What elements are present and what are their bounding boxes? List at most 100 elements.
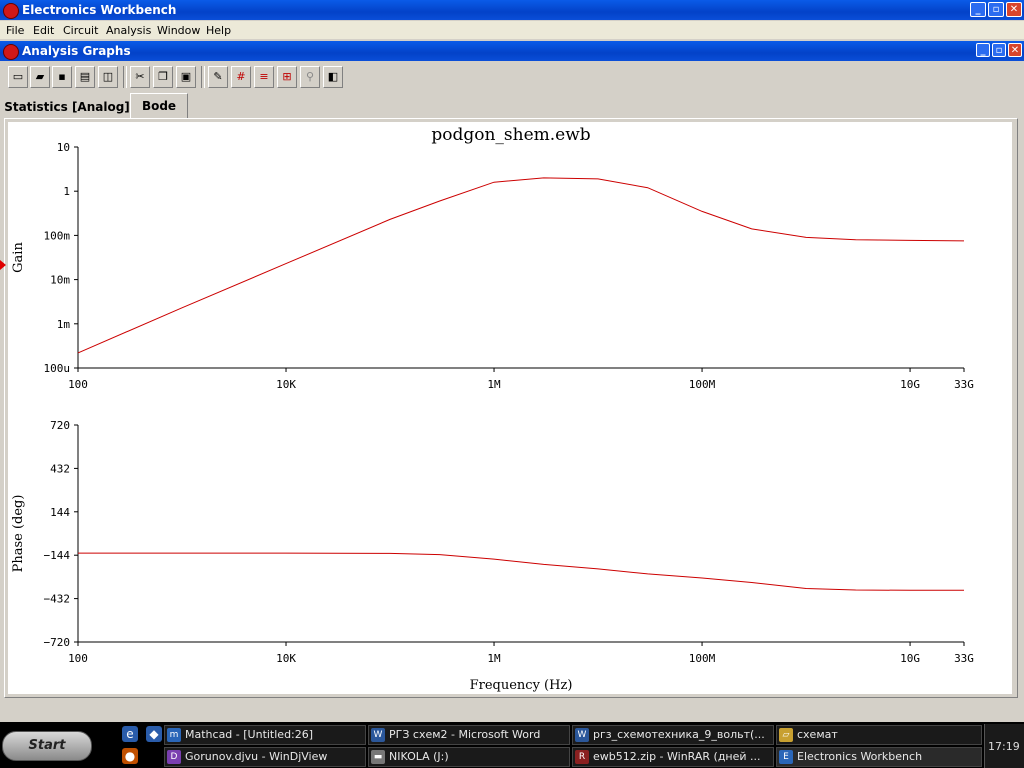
folder-icon: ▱ [779, 728, 793, 742]
y-tick-label: 1m [57, 318, 71, 331]
x-tick-label: 100 [68, 652, 88, 665]
app-title: Electronics Workbench [22, 3, 177, 17]
tab-bode[interactable]: Bode [130, 93, 188, 119]
ie-icon[interactable]: e [122, 726, 138, 742]
task-electronics-workbench[interactable]: E Electronics Workbench [776, 747, 982, 767]
cursors-button[interactable]: ⊞ [277, 66, 297, 88]
taskbar: Start e ◆ ● m Mathcad - [Untitled:26] W … [0, 722, 1024, 768]
graph-area: 10 1 100m 10m 1m 100u 100 10K 1M 100M 10G 33G podgon… [8, 122, 1012, 694]
x-tick-label: 33G [954, 652, 974, 665]
gain-trace [77, 177, 965, 354]
menu-help[interactable]: Help [206, 24, 231, 37]
x-tick-label: 10K [276, 378, 296, 391]
x-tick-label: 10G [900, 378, 920, 391]
cursor-marker[interactable] [0, 260, 6, 270]
task-winrar[interactable]: R ewb512.zip - WinRAR (дней ... [572, 747, 774, 767]
child-window-title: Analysis Graphs [22, 44, 131, 58]
copy-button[interactable]: ❐ [153, 66, 173, 88]
app-icon[interactable] [3, 3, 19, 19]
new-button[interactable]: ▭ [8, 66, 28, 88]
y-tick-label: 720 [50, 419, 70, 432]
save-button[interactable]: ▪ [52, 66, 72, 88]
child-minimize-button[interactable]: _ [976, 43, 990, 57]
graph-toolbar: ▭ ▰ ▪ ▤ ◫ ✂ ❐ ▣ ✎ # ≡ ⊞ ⚲ ◧ [4, 64, 352, 91]
task-mathcad[interactable]: m Mathcad - [Untitled:26] [164, 725, 366, 745]
grid-button[interactable]: # [231, 66, 251, 88]
y-tick-label: 100u [44, 362, 71, 375]
close-button[interactable]: ✕ [1006, 2, 1022, 17]
app-titlebar[interactable]: Electronics Workbench _ ▫ ✕ [0, 0, 1024, 20]
x-tick-label: 100 [68, 378, 88, 391]
paste-button[interactable]: ▣ [176, 66, 196, 88]
word-icon: W [575, 728, 589, 742]
reverse-colors-button[interactable]: ◧ [323, 66, 343, 88]
tab-statistics-analog[interactable]: Statistics [Analog] [4, 96, 130, 118]
x-tick-label: 10K [276, 652, 296, 665]
x-tick-label: 1M [487, 652, 501, 665]
task-label: NIKOLA (J:) [389, 750, 449, 763]
media-icon[interactable]: ● [122, 748, 138, 764]
x-tick-label: 33G [954, 378, 974, 391]
task-label: Electronics Workbench [797, 750, 923, 763]
menu-edit[interactable]: Edit [33, 24, 54, 37]
y-axis-label: Phase (deg) [11, 495, 26, 573]
workbench-icon: E [779, 750, 793, 764]
x-tick-label: 1M [487, 378, 501, 391]
cut-button[interactable]: ✂ [130, 66, 150, 88]
child-window-icon[interactable] [3, 44, 19, 60]
x-tick-label: 100M [689, 652, 716, 665]
drive-icon: ▬ [371, 750, 385, 764]
maximize-button[interactable]: ▫ [988, 2, 1004, 17]
task-label: Mathcad - [Untitled:26] [185, 728, 314, 741]
print-button[interactable]: ▤ [75, 66, 95, 88]
y-tick-label: −720 [44, 636, 71, 649]
legend-button[interactable]: ≡ [254, 66, 274, 88]
zoom-button[interactable]: ⚲ [300, 66, 320, 88]
desktop-icon[interactable]: ◆ [146, 726, 162, 742]
properties-button[interactable]: ✎ [208, 66, 228, 88]
print-preview-button[interactable]: ◫ [98, 66, 118, 88]
chart-title: podgon_shem.ewb [431, 125, 590, 145]
y-tick-label: −144 [44, 549, 71, 562]
task-windjview[interactable]: D Gorunov.djvu - WinDjView [164, 747, 366, 767]
child-close-button[interactable]: ✕ [1008, 43, 1022, 57]
x-tick-label: 100M [689, 378, 716, 391]
toolbar-separator [201, 66, 205, 88]
gain-chart: 10 1 100m 10m 1m 100u 100 10K 1M 100M 10G 33G podgon… [11, 125, 974, 391]
x-axis-label: Frequency (Hz) [470, 678, 573, 693]
start-button[interactable]: Start [2, 731, 92, 761]
clock: 17:19 [988, 740, 1020, 753]
y-tick-label: 144 [50, 506, 70, 519]
child-maximize-button[interactable]: ▫ [992, 43, 1006, 57]
y-tick-label: −432 [44, 593, 71, 606]
task-drive-nikola[interactable]: ▬ NIKOLA (J:) [368, 747, 570, 767]
y-tick-label: 100m [44, 229, 71, 242]
open-button[interactable]: ▰ [30, 66, 50, 88]
task-word-schematics[interactable]: W ргз_схемотехника_9_вольт(... [572, 725, 774, 745]
y-tick-label: 10 [57, 141, 70, 154]
task-folder-skhemat[interactable]: ▱ схемат [776, 725, 982, 745]
task-label: Gorunov.djvu - WinDjView [185, 750, 328, 763]
analysis-graphs-titlebar[interactable]: Analysis Graphs _ ▫ ✕ [0, 41, 1024, 61]
y-tick-label: 1 [63, 185, 70, 198]
y-tick-label: 10m [50, 274, 70, 287]
word-icon: W [371, 728, 385, 742]
y-axis-label: Gain [11, 242, 26, 273]
task-label: схемат [797, 728, 838, 741]
x-tick-label: 10G [900, 652, 920, 665]
minimize-button[interactable]: _ [970, 2, 986, 17]
horizontal-scroll-area [0, 702, 1024, 718]
y-tick-label: 432 [50, 462, 70, 475]
menu-analysis[interactable]: Analysis [106, 24, 151, 37]
menu-window[interactable]: Window [157, 24, 200, 37]
task-word-rgz[interactable]: W РГЗ схем2 - Microsoft Word [368, 725, 570, 745]
bode-plot[interactable]: 10 1 100m 10m 1m 100u 100 10K 1M 100M 10G 33G podgon… [8, 122, 1012, 694]
menu-circuit[interactable]: Circuit [63, 24, 98, 37]
winrar-icon: R [575, 750, 589, 764]
task-label: РГЗ схем2 - Microsoft Word [389, 728, 541, 741]
mathcad-icon: m [167, 728, 181, 742]
toolbar-separator [123, 66, 127, 88]
phase-chart: 720 432 144 −144 −432 −720 100 10K 1M 100M 10G 33G P… [11, 419, 974, 693]
menu-file[interactable]: File [6, 24, 24, 37]
menu-bar: File Edit Circuit Analysis Window Help [0, 21, 1024, 39]
